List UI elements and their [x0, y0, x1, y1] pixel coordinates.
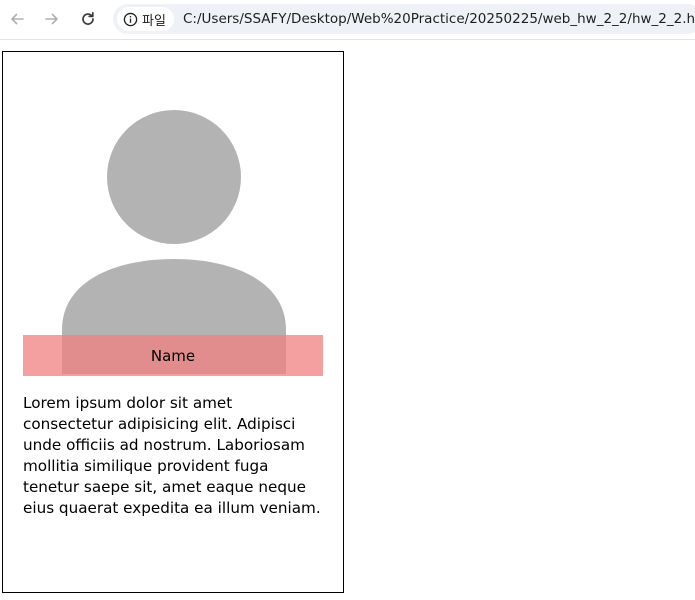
arrow-left-icon [11, 13, 24, 25]
back-button[interactable] [6, 8, 28, 30]
info-icon [123, 12, 138, 26]
arrow-right-icon [45, 13, 58, 25]
site-info-chip[interactable]: 파일 [117, 7, 174, 31]
forward-button[interactable] [41, 8, 63, 30]
profile-name: Name [150, 346, 196, 365]
browser-toolbar: 파일 C:/Users/SSAFY/Desktop/Web%20Practice… [0, 0, 695, 40]
name-banner: Name [23, 335, 323, 376]
reload-button[interactable] [77, 8, 99, 30]
site-chip-label: 파일 [142, 13, 166, 29]
profile-card: Name Lorem ipsum dolor sit amet consecte… [2, 51, 344, 593]
address-bar[interactable]: 파일 C:/Users/SSAFY/Desktop/Web%20Practice… [113, 4, 695, 34]
url-text[interactable]: C:/Users/SSAFY/Desktop/Web%20Practice/20… [183, 11, 695, 27]
profile-bio: Lorem ipsum dolor sit amet consectetur a… [23, 394, 321, 517]
reload-icon [82, 11, 94, 25]
